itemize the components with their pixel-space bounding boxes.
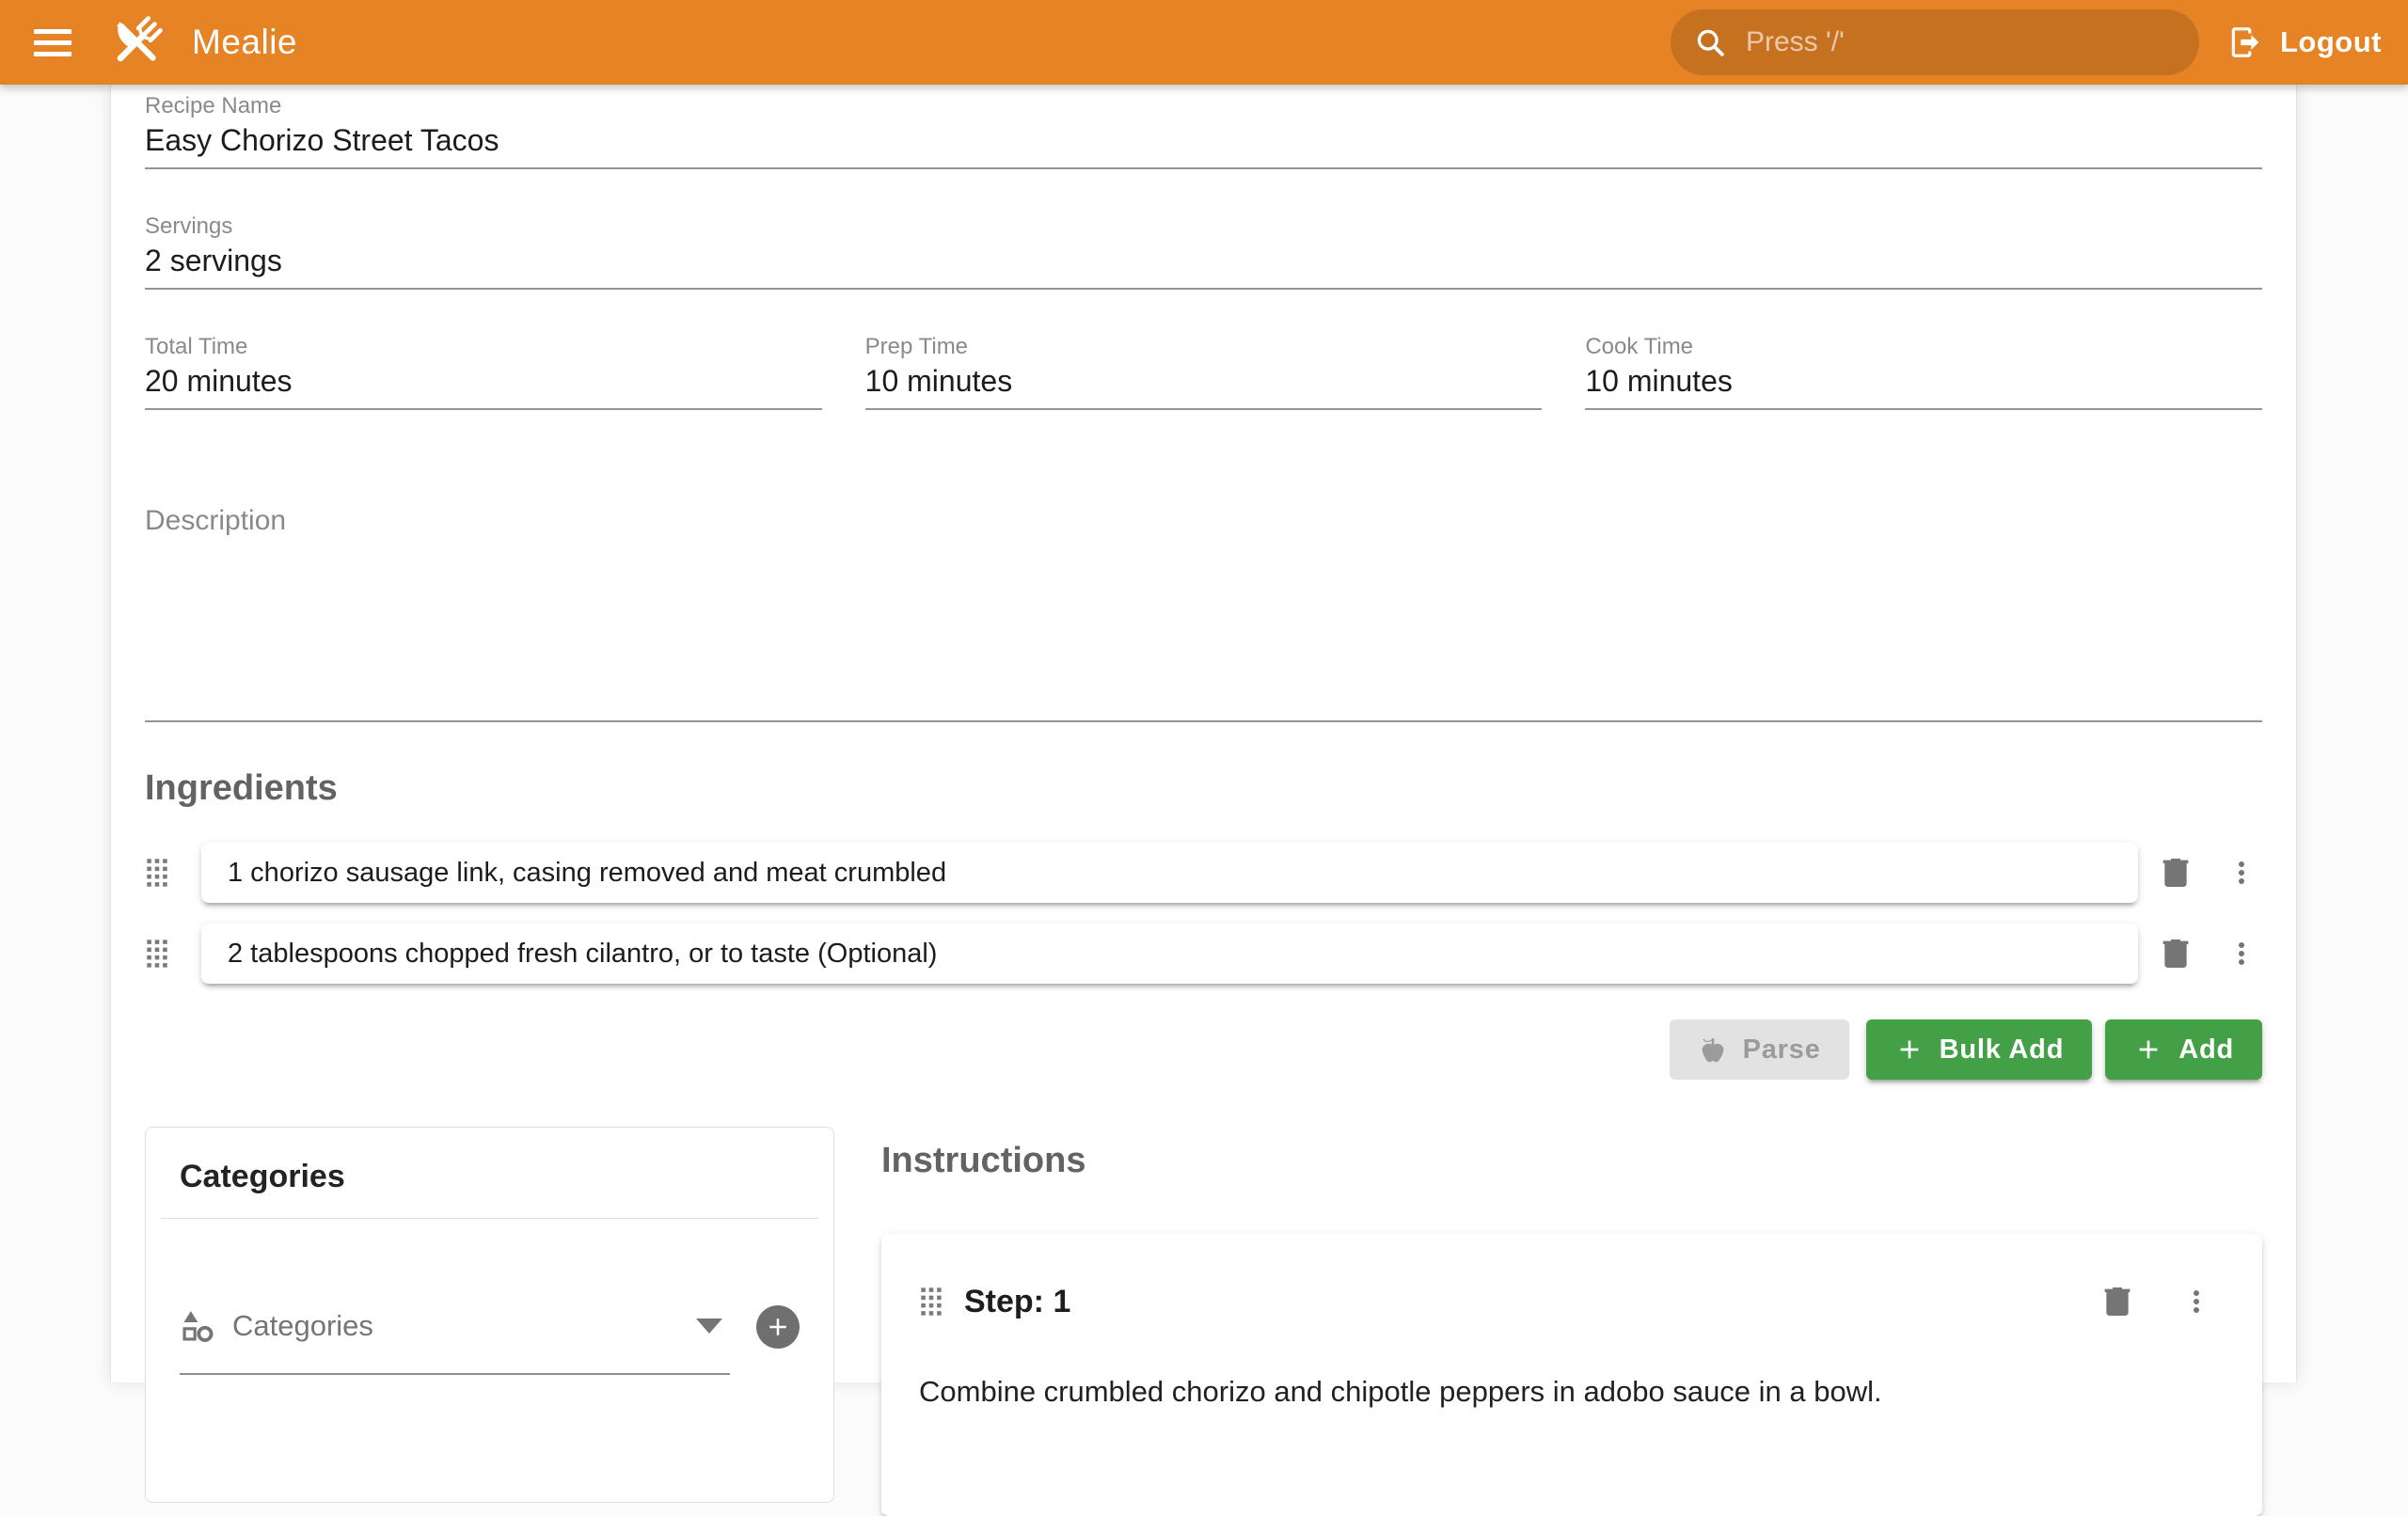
ingredient-input[interactable]: 2 tablespoons chopped fresh cilantro, or… bbox=[201, 924, 2138, 984]
search-icon bbox=[1693, 25, 1727, 59]
recipe-editor-card: Recipe Name Easy Chorizo Street Tacos Se… bbox=[110, 85, 2297, 1382]
drag-handle-icon[interactable] bbox=[145, 858, 169, 888]
ingredient-input[interactable]: 1 chorizo sausage link, casing removed a… bbox=[201, 843, 2138, 903]
apple-icon bbox=[1698, 1034, 1728, 1065]
cook-time-label: Cook Time bbox=[1585, 335, 2262, 359]
step-menu-icon[interactable] bbox=[2176, 1281, 2217, 1322]
logout-button[interactable]: Logout bbox=[2227, 24, 2382, 60]
create-category-button[interactable] bbox=[756, 1305, 800, 1349]
plus-icon bbox=[1894, 1034, 1925, 1065]
parse-button[interactable]: Parse bbox=[1670, 1019, 1849, 1080]
ingredient-menu-icon[interactable] bbox=[2221, 852, 2262, 893]
shapes-icon bbox=[180, 1308, 215, 1344]
app-header: Mealie Logout bbox=[0, 0, 2408, 85]
categories-title: Categories bbox=[180, 1158, 800, 1195]
add-button[interactable]: Add bbox=[2105, 1019, 2262, 1080]
drag-handle-icon[interactable] bbox=[919, 1287, 943, 1317]
prep-time-value[interactable]: 10 minutes bbox=[865, 361, 1543, 410]
prep-time-label: Prep Time bbox=[865, 335, 1543, 359]
ingredients-heading: Ingredients bbox=[145, 767, 2262, 809]
cook-time-field[interactable]: Cook Time 10 minutes bbox=[1585, 335, 2262, 410]
servings-field[interactable]: Servings 2 servings bbox=[145, 214, 2262, 290]
description-field[interactable]: Description bbox=[145, 505, 2262, 722]
menu-icon[interactable] bbox=[24, 14, 81, 71]
parse-label: Parse bbox=[1743, 1034, 1821, 1066]
categories-select[interactable]: Categories bbox=[180, 1279, 730, 1375]
delete-step-button[interactable] bbox=[2097, 1281, 2138, 1322]
ingredient-row: 2 tablespoons chopped fresh cilantro, or… bbox=[145, 924, 2262, 984]
servings-label: Servings bbox=[145, 214, 2262, 239]
ingredient-menu-icon[interactable] bbox=[2221, 933, 2262, 974]
total-time-label: Total Time bbox=[145, 335, 822, 359]
ingredients-list: 1 chorizo sausage link, casing removed a… bbox=[145, 843, 2262, 984]
bulk-add-button[interactable]: Bulk Add bbox=[1866, 1019, 2093, 1080]
cook-time-value[interactable]: 10 minutes bbox=[1585, 361, 2262, 410]
recipe-name-value[interactable]: Easy Chorizo Street Tacos bbox=[145, 120, 2262, 169]
drag-handle-icon[interactable] bbox=[145, 939, 169, 969]
instructions-heading: Instructions bbox=[881, 1140, 2262, 1181]
divider bbox=[161, 1218, 818, 1219]
app-title: Mealie bbox=[192, 23, 297, 62]
ingredients-actions: Parse Bulk Add Add bbox=[145, 1019, 2262, 1080]
logout-icon bbox=[2227, 24, 2263, 60]
categories-select-label: Categories bbox=[232, 1309, 696, 1343]
total-time-value[interactable]: 20 minutes bbox=[145, 361, 822, 410]
step-title: Step: 1 bbox=[964, 1284, 2097, 1320]
servings-value[interactable]: 2 servings bbox=[145, 241, 2262, 290]
description-label: Description bbox=[145, 505, 2262, 537]
categories-card: Categories Categories bbox=[145, 1127, 834, 1503]
prep-time-field[interactable]: Prep Time 10 minutes bbox=[865, 335, 1543, 410]
mealie-logo-icon bbox=[105, 11, 167, 73]
delete-ingredient-button[interactable] bbox=[2155, 852, 2196, 893]
step-text-input[interactable]: Combine crumbled chorizo and chipotle pe… bbox=[919, 1371, 2217, 1413]
recipe-name-label: Recipe Name bbox=[145, 94, 2262, 118]
chevron-down-icon[interactable] bbox=[696, 1319, 722, 1334]
description-value[interactable] bbox=[145, 537, 2262, 722]
instructions-section: Instructions Step: 1 bbox=[881, 1127, 2262, 1516]
search-input[interactable] bbox=[1744, 25, 2177, 59]
bulk-add-label: Bulk Add bbox=[1940, 1034, 2065, 1066]
delete-ingredient-button[interactable] bbox=[2155, 933, 2196, 974]
total-time-field[interactable]: Total Time 20 minutes bbox=[145, 335, 822, 410]
plus-icon bbox=[2133, 1034, 2163, 1065]
step-card: Step: 1 Combine crumbled chorizo and chi… bbox=[881, 1234, 2262, 1516]
add-label: Add bbox=[2178, 1034, 2234, 1066]
ingredient-row: 1 chorizo sausage link, casing removed a… bbox=[145, 843, 2262, 903]
logout-label: Logout bbox=[2280, 25, 2382, 59]
search-bar[interactable] bbox=[1671, 9, 2199, 75]
recipe-name-field[interactable]: Recipe Name Easy Chorizo Street Tacos bbox=[145, 94, 2262, 169]
